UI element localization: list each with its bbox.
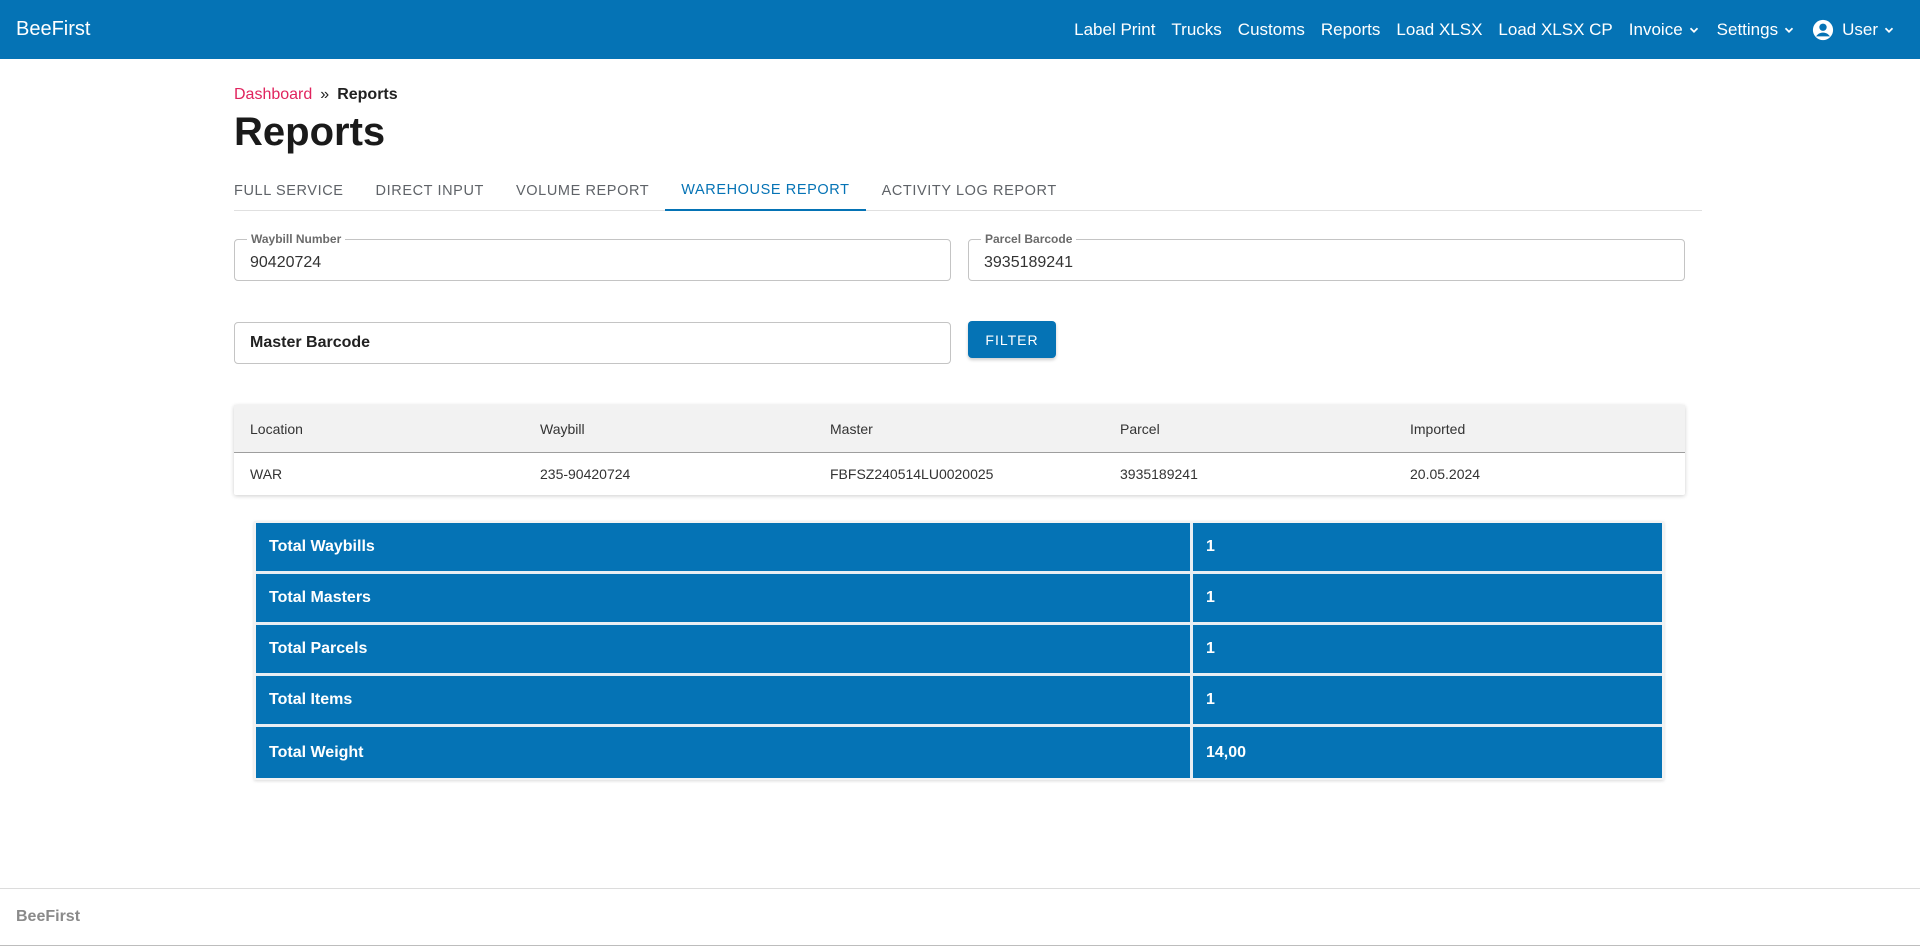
header-location[interactable]: Location xyxy=(234,421,524,437)
cell-master: FBFSZ240514LU0020025 xyxy=(830,466,994,482)
nav-label-print[interactable]: Label Print xyxy=(1066,20,1163,40)
tab-volume-report[interactable]: Volume Report xyxy=(500,170,665,211)
totals-summary: Total Waybills 1 Total Masters 1 Total P… xyxy=(254,521,1664,780)
nav-links: Label Print Trucks Customs Reports Load … xyxy=(1066,0,1904,59)
nav-user-dropdown[interactable]: User xyxy=(1804,19,1904,41)
header-waybill[interactable]: Waybill xyxy=(524,421,814,437)
nav-invoice-dropdown[interactable]: Invoice xyxy=(1621,20,1709,40)
warehouse-report-table: Location Waybill Master Parcel Imported … xyxy=(234,405,1685,495)
total-parcels-value: 1 xyxy=(1193,625,1662,676)
table-row[interactable]: WAR 235-90420724 FBFSZ240514LU0020025 39… xyxy=(234,453,1685,495)
total-waybills-value: 1 xyxy=(1193,523,1662,574)
total-masters-label: Total Masters xyxy=(256,574,1193,625)
totals-row: Total Masters 1 xyxy=(256,574,1662,625)
header-master[interactable]: Master xyxy=(814,421,1104,437)
nav-settings-label: Settings xyxy=(1716,19,1779,39)
tab-activity-log-report[interactable]: Activity Log Report xyxy=(866,170,1073,211)
parcel-barcode-field: Parcel Barcode xyxy=(968,232,1685,281)
chevron-down-icon xyxy=(1784,27,1794,33)
cell-parcel: 3935189241 xyxy=(1120,466,1198,482)
total-waybills-label: Total Waybills xyxy=(256,523,1193,574)
master-barcode-input[interactable] xyxy=(235,323,950,363)
breadcrumb: Dashboard » Reports xyxy=(234,86,1702,104)
total-items-value: 1 xyxy=(1193,676,1662,727)
nav-customs[interactable]: Customs xyxy=(1230,20,1313,40)
totals-row: Total Items 1 xyxy=(256,676,1662,727)
parcel-barcode-label: Parcel Barcode xyxy=(981,232,1077,246)
header-imported[interactable]: Imported xyxy=(1394,421,1684,437)
filter-button[interactable]: Filter xyxy=(968,321,1056,358)
table-header: Location Waybill Master Parcel Imported xyxy=(234,405,1685,453)
tab-direct-input[interactable]: Direct Input xyxy=(360,170,500,211)
cell-location: WAR xyxy=(250,466,283,482)
nav-load-xlsx[interactable]: Load XLSX xyxy=(1388,20,1490,40)
chevron-down-icon xyxy=(1689,27,1698,33)
breadcrumb-dashboard-link[interactable]: Dashboard xyxy=(234,86,312,104)
top-navbar: BeeFirst Label Print Trucks Customs Repo… xyxy=(0,0,1920,59)
cell-imported: 20.05.2024 xyxy=(1410,466,1481,482)
footer-brand: BeeFirst xyxy=(16,908,81,925)
tab-full-service[interactable]: Full Service xyxy=(234,170,360,211)
waybill-number-input[interactable] xyxy=(235,240,950,280)
nav-settings-dropdown[interactable]: Settings xyxy=(1709,20,1804,40)
nav-load-xlsx-cp[interactable]: Load XLSX CP xyxy=(1490,20,1620,40)
breadcrumb-separator: » xyxy=(320,86,330,103)
chevron-down-icon xyxy=(1884,27,1894,33)
tab-warehouse-report[interactable]: Warehouse Report xyxy=(665,170,866,211)
header-parcel[interactable]: Parcel xyxy=(1104,421,1394,437)
waybill-number-label: Waybill Number xyxy=(247,232,346,246)
total-weight-value: 14,00 xyxy=(1193,727,1662,778)
total-items-label: Total Items xyxy=(256,676,1193,727)
totals-row: Total Weight 14,00 xyxy=(256,727,1662,778)
total-masters-value: 1 xyxy=(1193,574,1662,625)
nav-reports[interactable]: Reports xyxy=(1313,20,1389,40)
main-content: Dashboard » Reports Reports Full Service… xyxy=(234,59,1702,780)
parcel-barcode-input[interactable] xyxy=(969,240,1684,280)
master-barcode-field xyxy=(234,322,951,364)
nav-invoice-label: Invoice xyxy=(1628,19,1683,39)
report-tabs: Full Service Direct Input Volume Report … xyxy=(234,170,1702,211)
brand-logo[interactable]: BeeFirst xyxy=(16,18,90,41)
nav-trucks[interactable]: Trucks xyxy=(1163,20,1229,40)
totals-row: Total Parcels 1 xyxy=(256,625,1662,676)
nav-user-label: User xyxy=(1842,19,1878,39)
breadcrumb-current: Reports xyxy=(337,86,398,103)
total-weight-label: Total Weight xyxy=(256,727,1193,778)
user-account-icon xyxy=(1813,19,1834,40)
page-title: Reports xyxy=(234,110,386,154)
cell-waybill: 235-90420724 xyxy=(540,466,631,482)
total-parcels-label: Total Parcels xyxy=(256,625,1193,676)
waybill-number-field: Waybill Number xyxy=(234,232,951,281)
footer: BeeFirst xyxy=(0,888,1920,946)
totals-row: Total Waybills 1 xyxy=(256,523,1662,574)
